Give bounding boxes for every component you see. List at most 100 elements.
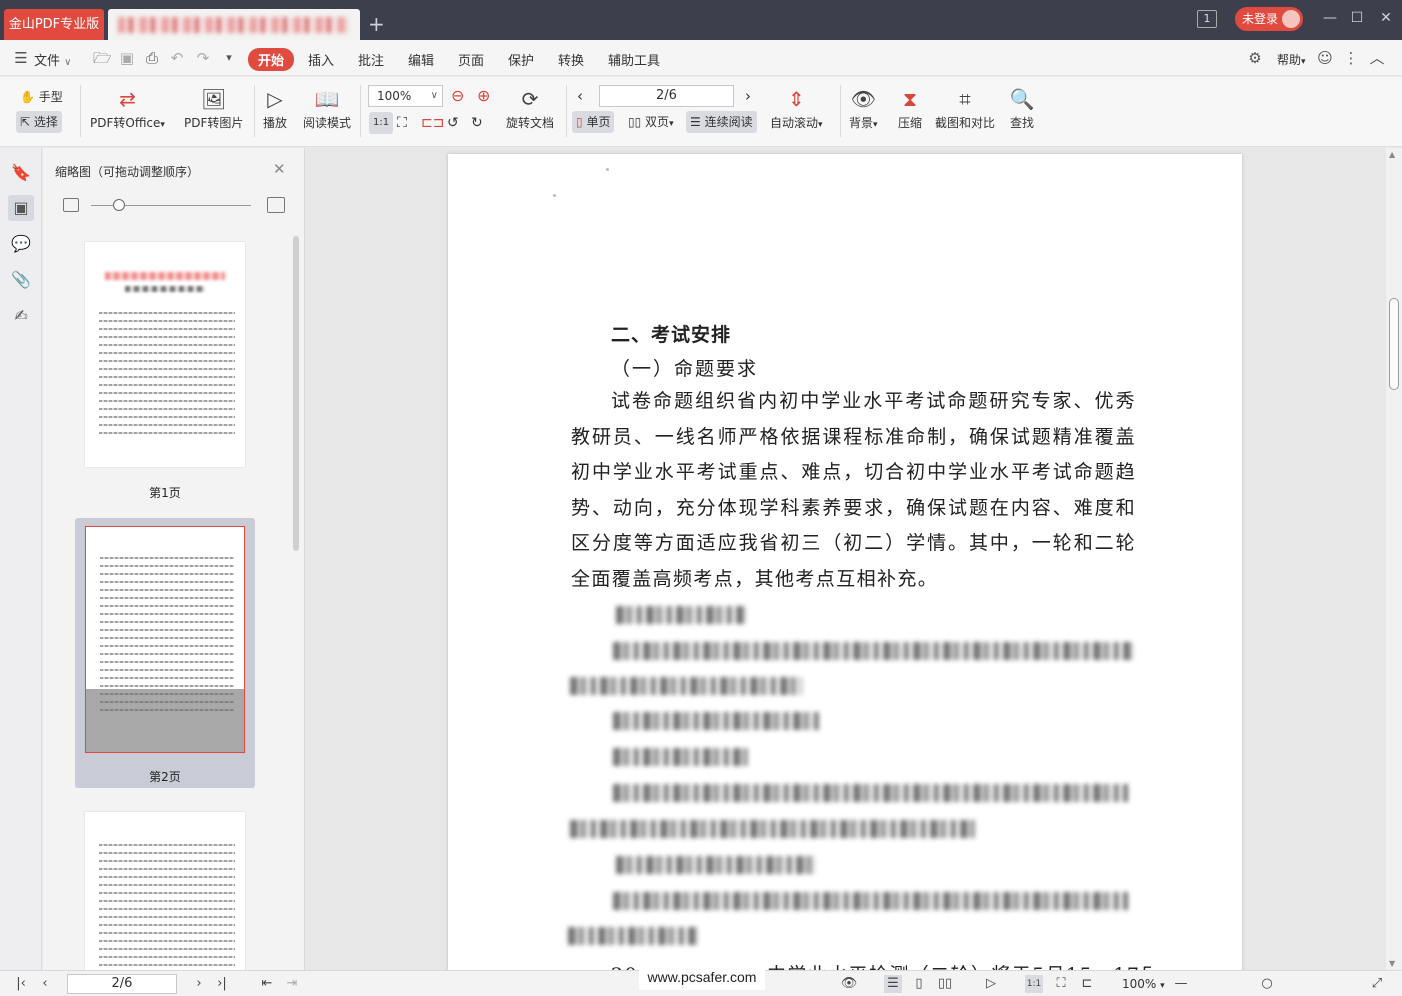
tab-protect[interactable]: 保护 [508,50,534,69]
settings-gear-icon[interactable]: ⚙ [1246,49,1264,67]
pdf-to-office-button[interactable]: ⇄ PDF转Office▾ [90,86,165,131]
tab-start[interactable]: 开始 [248,48,295,71]
auto-scroll-button[interactable]: ⇕ 自动滚动▾ [770,86,823,131]
window-count-badge[interactable]: 1 [1197,10,1217,28]
zoom-in-icon[interactable]: ⊕ [477,85,490,107]
blurred-text-line [613,892,1128,910]
bookmark-icon[interactable]: 🔖 [8,160,34,186]
first-page-icon[interactable]: |‹ [12,975,30,993]
document-viewport[interactable]: 二、考试安排 （一）命题要求 试卷命题组织省内初中学业水平考试命题研究专家、优秀… [306,148,1386,970]
app-tab[interactable]: 金山PDF专业版 [4,9,104,40]
eye-protection-icon[interactable]: 👁 [840,975,858,993]
single-page-button[interactable]: ▯ 单页 [572,111,615,133]
comment-icon[interactable]: 💬 [8,231,34,257]
rotate-right-icon[interactable]: ↻ [471,112,483,134]
back-view-icon[interactable]: ⇤ [258,975,276,993]
tab-page[interactable]: 页面 [458,50,484,69]
new-tab-button[interactable]: + [368,12,385,36]
document-scrollbar-handle[interactable] [1389,298,1399,390]
scroll-up-arrow-icon[interactable]: ▲ [1389,150,1395,159]
next-page-icon[interactable]: › [745,85,751,107]
tab-convert[interactable]: 转换 [558,50,584,69]
print-icon[interactable]: ⎙ [143,49,161,67]
thumbnail-icon[interactable]: ▣ [8,195,34,221]
hand-tool-button[interactable]: ✋ 手型 [20,86,63,108]
file-menu[interactable]: 文件 ∨ [34,50,71,69]
find-button[interactable]: 🔍 查找 [1009,86,1035,131]
more-options-icon[interactable]: ⋮ [1342,49,1360,67]
forward-view-icon[interactable]: ⇥ [283,975,301,993]
collapse-ribbon-icon[interactable]: ︿ [1368,49,1386,67]
tab-edit[interactable]: 编辑 [408,50,434,69]
tab-annotate[interactable]: 批注 [358,50,384,69]
next-page-icon[interactable]: › [190,975,208,993]
signature-icon[interactable]: ✍ [8,303,34,329]
double-page-label: 双页 [645,115,670,129]
double-page-button[interactable]: ▯▯ 双页▾ [628,111,674,133]
single-layout-icon[interactable]: ▯ [910,975,928,993]
pdf-to-image-icon: 🖼 [200,87,227,111]
select-tool-button[interactable]: ⇱ 选择 [16,111,62,133]
zoom-slider-handle[interactable]: ○ [1258,975,1276,993]
last-page-icon[interactable]: ›| [213,975,231,993]
hamburger-icon[interactable]: ☰ [12,49,30,67]
previous-page-icon[interactable]: ‹ [577,85,583,107]
minimize-button[interactable]: — [1322,10,1338,26]
fullscreen-icon[interactable]: ⤢ [1368,975,1386,993]
quick-access-dropdown-icon[interactable]: ▾ [220,49,238,67]
actual-size-icon[interactable]: 1:1 [1025,975,1043,993]
status-zoom-select[interactable]: 100% ▾ [1122,977,1165,991]
continuous-layout-icon[interactable]: ☰ [884,975,902,993]
status-page-input[interactable]: 2/6 [67,974,177,994]
attachment-icon[interactable]: 📎 [8,267,34,293]
page-number-input[interactable]: 2/6 [599,85,734,107]
feedback-chat-icon[interactable]: ☺ [1316,49,1334,67]
redo-icon[interactable]: ↷ [194,49,212,67]
background-button[interactable]: 👁 背景▾ [849,86,878,131]
double-layout-icon[interactable]: ▯▯ [936,975,954,993]
fit-width-icon[interactable]: ⊏⊐ [421,112,444,134]
smaller-thumbnail-icon[interactable] [63,198,79,212]
fit-page-icon[interactable]: ⛶ [397,112,407,134]
continuous-read-icon: ☰ [690,115,701,129]
previous-page-icon[interactable]: ‹ [36,975,54,993]
actual-size-icon[interactable]: 1:1 [369,112,394,134]
screenshot-compare-button[interactable]: ⌗ 截图和对比 [935,86,995,131]
eye-icon: 👁 [850,87,876,111]
pdf-to-image-button[interactable]: 🖼 PDF转图片 [184,86,243,131]
zoom-out-icon[interactable]: — [1172,975,1190,993]
thumbnail-scrollbar[interactable] [293,236,299,551]
fit-page-icon[interactable]: ⛶ [1052,975,1070,993]
tab-tools[interactable]: 辅助工具 [608,50,660,69]
close-icon[interactable]: ✕ [273,160,286,178]
play-icon[interactable]: ▷ [982,975,1000,993]
thumbnail-page-1[interactable]: 第1页 [75,234,255,502]
read-mode-button[interactable]: 📖 阅读模式 [303,86,351,131]
document-page-2: 二、考试安排 （一）命题要求 试卷命题组织省内初中学业水平考试命题研究专家、优秀… [448,154,1242,970]
undo-icon[interactable]: ↶ [168,49,186,67]
maximize-button[interactable]: ☐ [1349,10,1365,26]
thumbnail-page-3[interactable] [75,804,255,970]
help-menu[interactable]: 帮助▾ [1277,51,1306,68]
play-button[interactable]: ▷ 播放 [262,86,288,131]
zoom-select[interactable]: 100% ∨ [368,85,443,107]
larger-thumbnail-icon[interactable] [267,197,285,213]
document-scrollbar[interactable]: ▲ ▼ [1386,148,1402,970]
scroll-down-arrow-icon[interactable]: ▼ [1389,959,1395,968]
background-label: 背景 [849,116,874,130]
thumbnail-page-2[interactable]: 第2页 [75,518,255,788]
save-icon[interactable]: ▣ [118,49,136,67]
fit-width-icon[interactable]: ⊏ [1078,975,1096,993]
open-folder-icon[interactable]: 🗁 [93,49,112,67]
rotate-left-icon[interactable]: ↺ [447,112,459,134]
compress-button[interactable]: ⧗ 压缩 [897,86,923,131]
chevron-down-icon: ▾ [160,120,165,130]
rotate-document-button[interactable]: ⟳ 旋转文档 [506,86,554,131]
login-button[interactable]: 未登录 [1235,7,1303,31]
tab-insert[interactable]: 插入 [308,50,334,69]
continuous-read-button[interactable]: ☰ 连续阅读 [686,111,757,133]
close-button[interactable]: ✕ [1378,10,1394,26]
thumbnail-size-slider-handle[interactable] [113,199,125,211]
zoom-out-icon[interactable]: ⊖ [451,85,464,107]
document-tab[interactable] [108,9,360,40]
